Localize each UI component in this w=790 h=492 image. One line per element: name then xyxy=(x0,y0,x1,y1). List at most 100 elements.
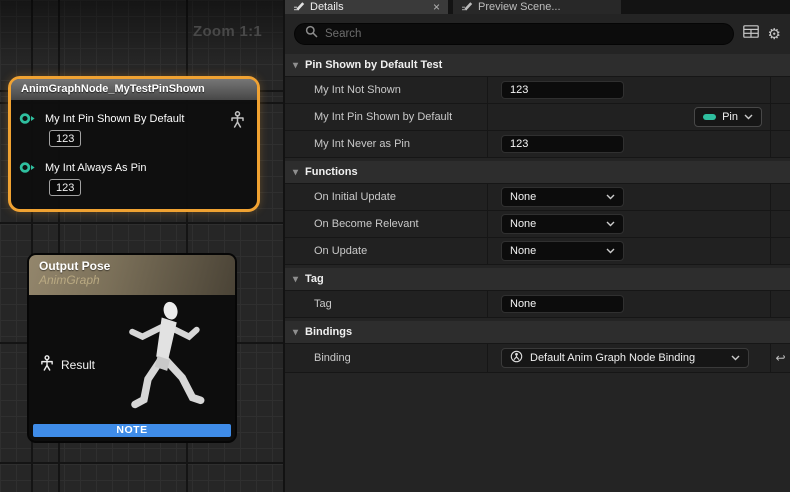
chevron-down-icon[interactable]: ▾ xyxy=(293,274,298,285)
chevron-down-icon[interactable]: ▾ xyxy=(293,60,298,71)
property-value-cell: Pin xyxy=(487,104,770,130)
exec-pin-icon[interactable] xyxy=(19,112,37,130)
tab-details[interactable]: Details × xyxy=(285,0,448,14)
property-row: On Initial Update None xyxy=(285,184,790,211)
exec-pin-icon[interactable] xyxy=(19,161,37,179)
chevron-down-icon[interactable]: ▾ xyxy=(293,167,298,178)
property-label: My Int Not Shown xyxy=(285,77,487,103)
node-pin-row: My Int Always As Pin 123 xyxy=(19,158,146,196)
my-int-not-shown-input[interactable] xyxy=(501,81,624,99)
category-header[interactable]: ▾ Bindings xyxy=(285,321,790,344)
dropdown-value: None xyxy=(510,245,536,257)
person-pin-icon[interactable] xyxy=(40,355,54,375)
category-title: Bindings xyxy=(305,326,352,338)
property-row: Tag xyxy=(285,291,790,318)
reset-column xyxy=(770,131,790,157)
output-node-title: Output Pose xyxy=(39,259,225,273)
result-pin-row[interactable]: Result xyxy=(40,355,95,375)
category-title: Pin Shown by Default Test xyxy=(305,59,442,71)
binding-dropdown[interactable]: Default Anim Graph Node Binding xyxy=(501,348,749,368)
pin-dropdown-label: Pin xyxy=(722,111,738,123)
property-label: My Int Pin Shown by Default xyxy=(285,104,487,130)
chevron-down-icon xyxy=(606,245,615,257)
output-node-header[interactable]: Output Pose AnimGraph xyxy=(29,255,235,295)
tag-input[interactable] xyxy=(501,295,624,313)
display-filter-icon[interactable] xyxy=(743,25,759,43)
property-sections: ▾ Pin Shown by Default Test My Int Not S… xyxy=(285,54,790,373)
node-pin-row: My Int Pin Shown By Default 123 xyxy=(19,109,184,147)
reset-column xyxy=(770,238,790,264)
category-header[interactable]: ▾ Pin Shown by Default Test xyxy=(285,54,790,77)
pin-label: My Int Always As Pin xyxy=(45,162,146,174)
property-row: My Int Not Shown xyxy=(285,77,790,104)
pin-visibility-dropdown[interactable]: Pin xyxy=(694,107,762,127)
property-label: Tag xyxy=(285,291,487,317)
property-value-cell xyxy=(487,131,770,157)
property-row: On Update None xyxy=(285,238,790,265)
search-icon xyxy=(305,25,318,43)
section-bindings: ▾ Bindings Binding Default Anim Graph No… xyxy=(285,321,790,373)
details-tab-icon xyxy=(293,1,305,14)
graph-node-output-pose[interactable]: Output Pose AnimGraph xyxy=(27,253,237,443)
zoom-level-label: Zoom 1:1 xyxy=(193,23,262,40)
property-row: My Int Never as Pin xyxy=(285,131,790,158)
tab-label: Preview Scene... xyxy=(478,1,561,13)
my-int-never-as-pin-input[interactable] xyxy=(501,135,624,153)
section-functions: ▾ Functions On Initial Update None On Be… xyxy=(285,161,790,265)
chevron-down-icon xyxy=(606,218,615,230)
dropdown-value: None xyxy=(510,191,536,203)
note-banner[interactable]: NOTE xyxy=(33,424,231,437)
anim-graph-canvas[interactable]: Zoom 1:1 AnimGraphNode_MyTestPinShown My… xyxy=(0,0,283,492)
binding-dropdown-label: Default Anim Graph Node Binding xyxy=(530,352,695,364)
category-header[interactable]: ▾ Tag xyxy=(285,268,790,291)
app-window: Zoom 1:1 AnimGraphNode_MyTestPinShown My… xyxy=(0,0,790,492)
property-value-cell xyxy=(487,291,770,317)
pin-value-field[interactable]: 123 xyxy=(49,179,81,196)
property-value-cell: Default Anim Graph Node Binding xyxy=(487,344,770,372)
node-title[interactable]: AnimGraphNode_MyTestPinShown xyxy=(11,79,257,100)
chevron-down-icon[interactable]: ▾ xyxy=(293,327,298,338)
on-update-dropdown[interactable]: None xyxy=(501,241,624,261)
property-value-cell: None xyxy=(487,211,770,237)
category-title: Tag xyxy=(305,273,324,285)
reset-column xyxy=(770,77,790,103)
tab-label: Details xyxy=(310,1,344,13)
category-title: Functions xyxy=(305,166,358,178)
reset-column xyxy=(770,291,790,317)
dropdown-value: None xyxy=(510,218,536,230)
section-tag: ▾ Tag Tag xyxy=(285,268,790,318)
panel-tabbar: Details × Preview Scene... xyxy=(285,0,790,14)
property-row: My Int Pin Shown by Default Pin xyxy=(285,104,790,131)
pose-watch-icon[interactable] xyxy=(230,111,245,134)
mannequin-figure xyxy=(87,297,235,432)
category-header[interactable]: ▾ Functions xyxy=(285,161,790,184)
on-initial-update-dropdown[interactable]: None xyxy=(501,187,624,207)
on-become-relevant-dropdown[interactable]: None xyxy=(501,214,624,234)
graph-node-mytestpinshown[interactable]: AnimGraphNode_MyTestPinShown My Int Pin … xyxy=(8,76,260,212)
property-label: On Initial Update xyxy=(285,184,487,210)
property-row: On Become Relevant None xyxy=(285,211,790,238)
pin-value-field[interactable]: 123 xyxy=(49,130,81,147)
details-panel: Details × Preview Scene... ⚙ xyxy=(285,0,790,492)
property-label: My Int Never as Pin xyxy=(285,131,487,157)
property-label: Binding xyxy=(285,344,487,372)
search-input[interactable] xyxy=(325,28,723,40)
search-box[interactable] xyxy=(294,23,734,45)
reset-column xyxy=(770,184,790,210)
settings-gear-icon[interactable]: ⚙ xyxy=(768,27,781,42)
chevron-down-icon xyxy=(606,191,615,203)
chevron-down-icon xyxy=(744,111,753,123)
property-label: On Update xyxy=(285,238,487,264)
pin-label: My Int Pin Shown By Default xyxy=(45,113,184,125)
reset-column xyxy=(770,104,790,130)
reset-to-default-button[interactable]: ↩ xyxy=(770,344,790,372)
tab-preview-scene[interactable]: Preview Scene... xyxy=(453,0,621,14)
details-toolbar: ⚙ xyxy=(285,14,790,54)
property-label: On Become Relevant xyxy=(285,211,487,237)
pin-pill-icon xyxy=(703,114,716,120)
property-value-cell xyxy=(487,77,770,103)
close-icon[interactable]: × xyxy=(433,1,440,13)
reset-column xyxy=(770,211,790,237)
preview-tab-icon xyxy=(461,1,473,14)
property-value-cell: None xyxy=(487,238,770,264)
